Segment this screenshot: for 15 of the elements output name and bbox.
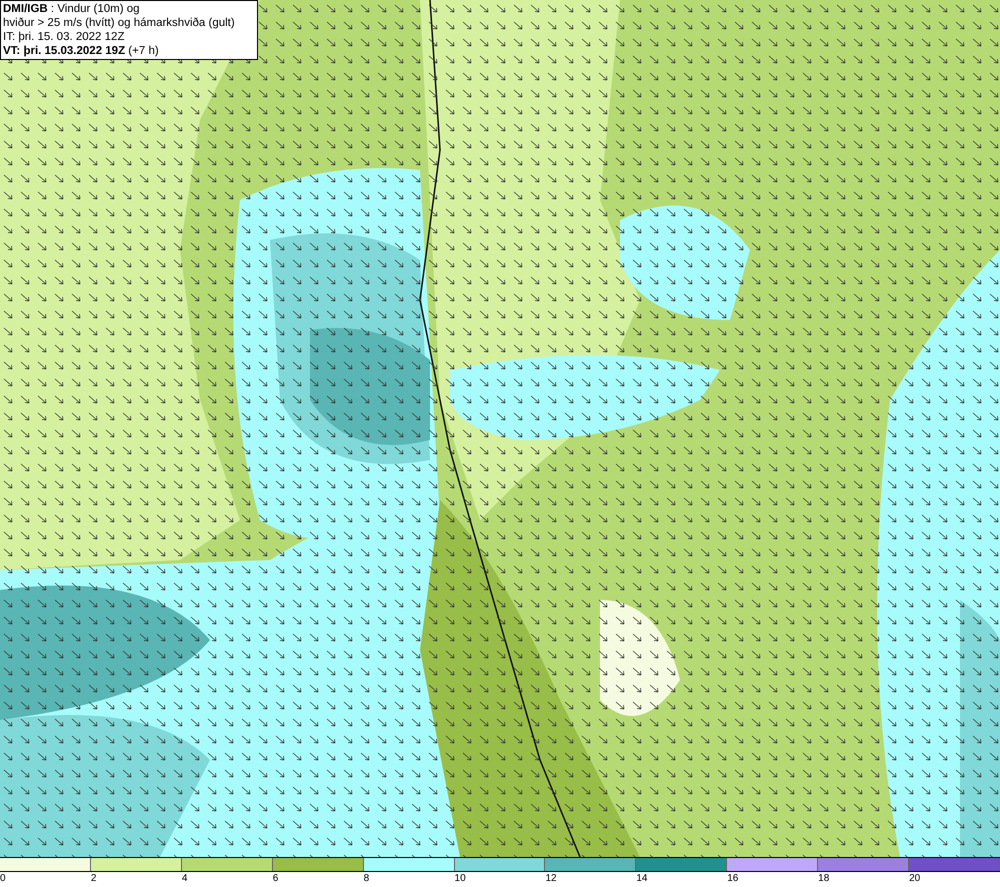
legend-tick-label: 16: [726, 872, 738, 886]
legend-tick-label: 6: [272, 872, 278, 886]
legend-tick-label: 4: [180, 872, 188, 886]
legend-tick-label: 14: [635, 872, 648, 886]
title-line: DMI/IGB : Vindur (10m) og: [3, 2, 141, 16]
title-line: VT: þri. 15.03.2022 19Z (+7 h): [3, 44, 160, 58]
legend-tick-label: 12: [544, 872, 557, 886]
legend-tick-label: 18: [817, 872, 830, 886]
title-line: IT: þri. 15. 03. 2022 12Z: [3, 30, 126, 44]
legend-tick-label: 8: [362, 872, 370, 886]
legend-tick-label: 20: [908, 872, 920, 886]
legend-tick-label: 10: [454, 872, 466, 886]
legend-tick-label: 2: [90, 872, 96, 886]
legend-tick-label: 0: [0, 872, 6, 886]
title-line: hviður > 25 m/s (hvítt) og hámarkshviða (gult): [3, 16, 236, 30]
